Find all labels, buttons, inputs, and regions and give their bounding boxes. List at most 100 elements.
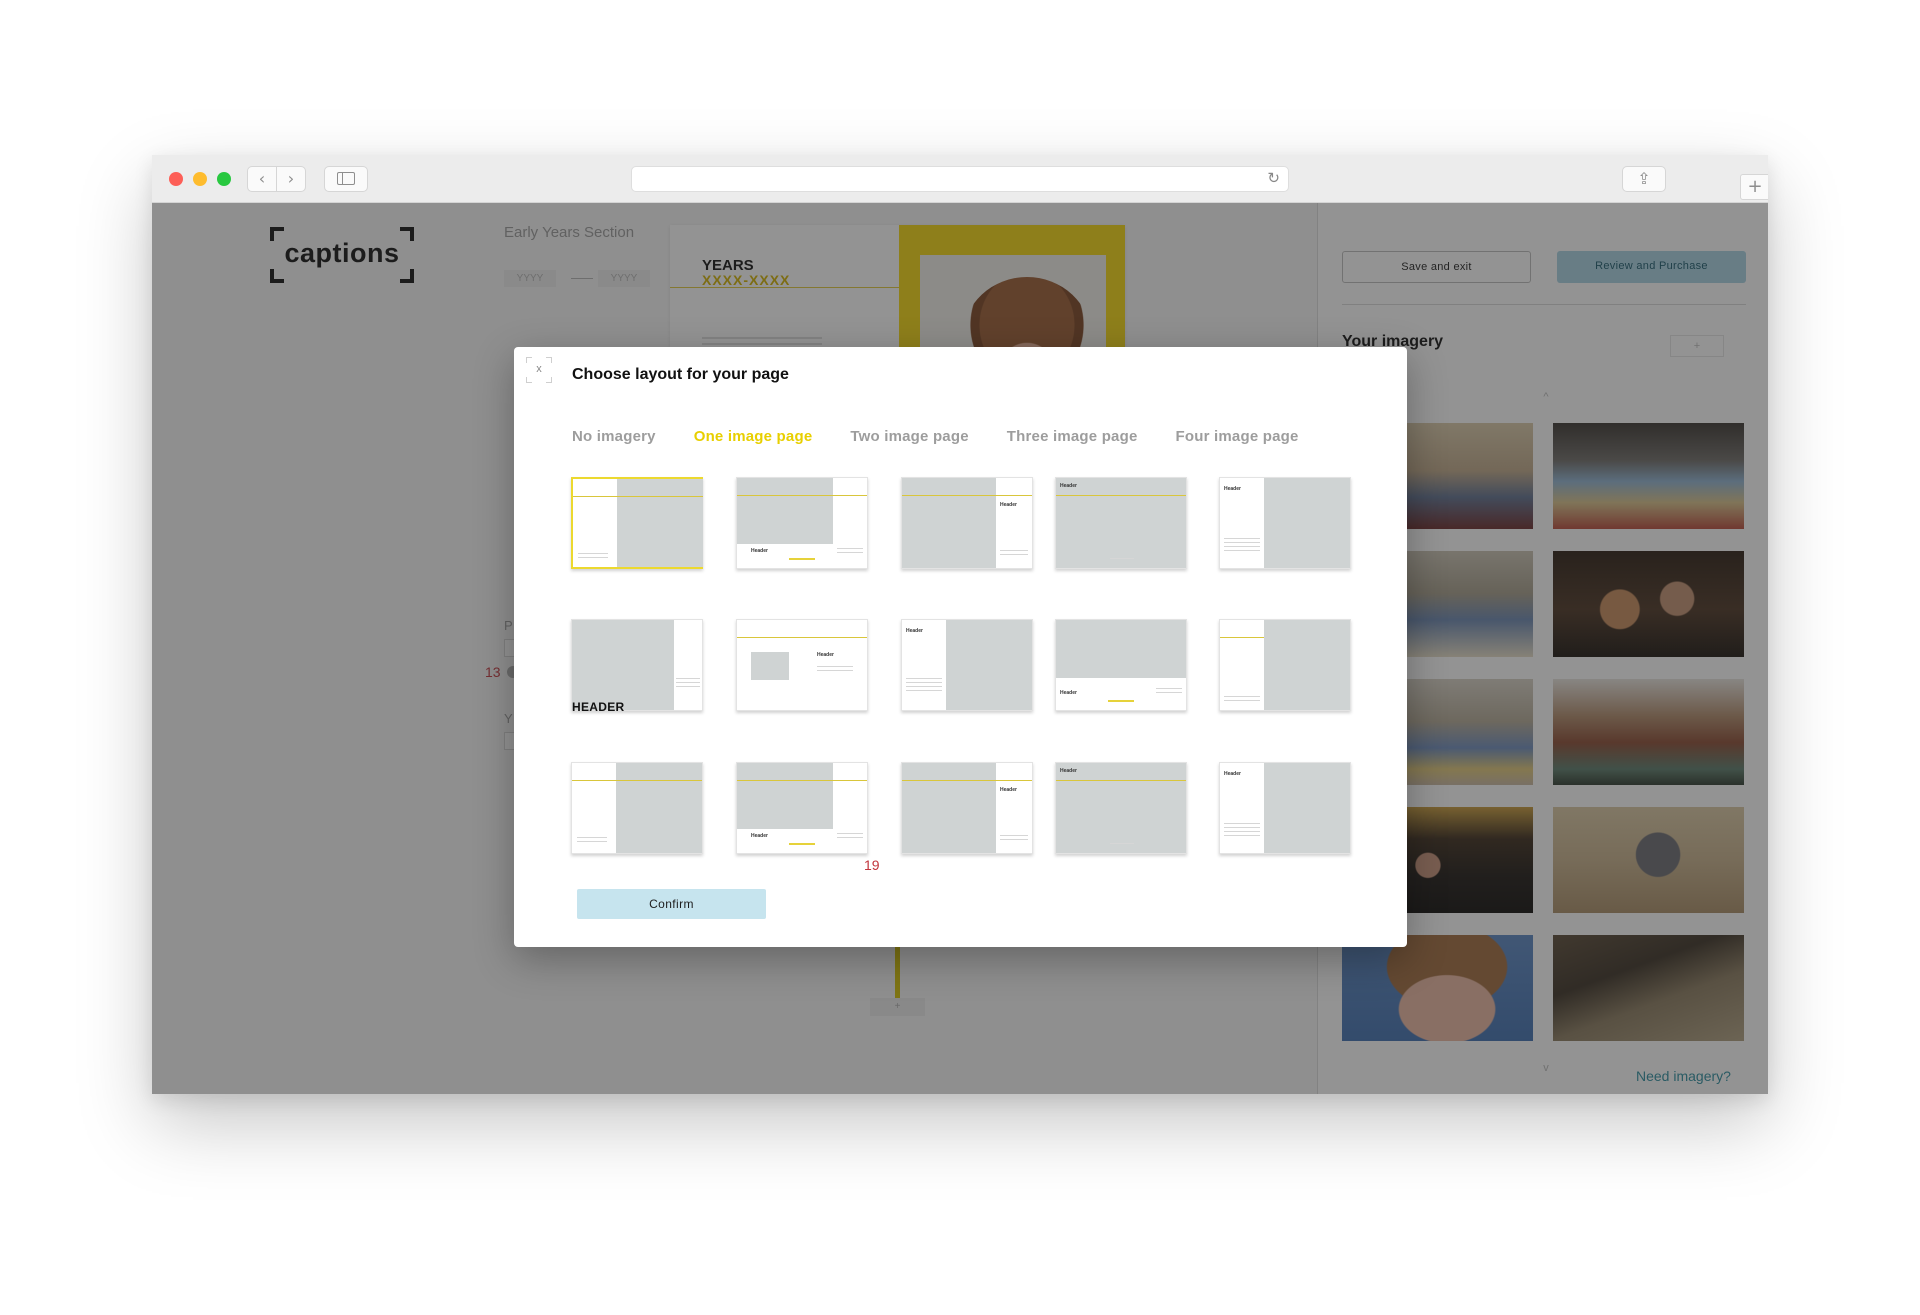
layout-thumbnail[interactable]: Header xyxy=(1055,477,1187,569)
thumb-header-label: Header xyxy=(1224,771,1241,777)
header-rule xyxy=(573,496,703,497)
text-line xyxy=(1110,843,1134,844)
share-icon: ⇪ xyxy=(1637,169,1651,188)
layout-thumbnail[interactable] xyxy=(1219,619,1351,711)
image-placeholder xyxy=(1264,763,1350,853)
layout-tabs: No imagery One image page Two image page… xyxy=(572,428,1299,450)
thumb-header-label: Header xyxy=(751,548,768,554)
text-line xyxy=(1156,688,1182,689)
minimize-window-button[interactable] xyxy=(193,172,207,186)
image-placeholder xyxy=(737,763,833,829)
layout-thumbnail[interactable]: Header xyxy=(1055,619,1187,711)
image-placeholder xyxy=(751,652,789,680)
text-line xyxy=(578,553,608,554)
close-corner-icon xyxy=(546,377,552,383)
layout-thumbnail[interactable] xyxy=(571,477,703,569)
thumb-header-label: Header xyxy=(906,628,923,634)
layout-thumbnail[interactable]: Header xyxy=(901,477,1033,569)
layout-modal: x Choose layout for your page No imagery… xyxy=(514,347,1407,947)
header-rule xyxy=(1220,637,1264,638)
image-placeholder xyxy=(617,479,703,567)
tab-no-imagery[interactable]: No imagery xyxy=(572,428,656,450)
layout-thumbnail[interactable]: HEADER xyxy=(571,619,703,714)
layout-thumbnail[interactable]: Header xyxy=(1055,762,1187,854)
accent-line xyxy=(1108,700,1134,702)
image-placeholder xyxy=(737,478,833,544)
sidebar-icon xyxy=(337,172,355,185)
header-rule xyxy=(572,780,702,781)
close-modal-button[interactable]: x xyxy=(526,357,552,383)
text-line xyxy=(1224,831,1260,832)
thumb-header-label: Header xyxy=(1060,768,1077,774)
image-placeholder xyxy=(902,763,996,853)
text-line xyxy=(1224,835,1260,836)
layout-thumbnail[interactable] xyxy=(571,762,703,854)
text-line xyxy=(837,837,863,838)
modal-title: Choose layout for your page xyxy=(572,366,789,383)
zoom-window-button[interactable] xyxy=(217,172,231,186)
plus-icon: + xyxy=(1747,176,1763,197)
image-placeholder xyxy=(902,478,996,568)
layout-thumbnail[interactable]: Header xyxy=(736,477,868,569)
thumb-header-label: Header xyxy=(1000,787,1017,793)
image-placeholder xyxy=(1056,763,1186,853)
browser-toolbar: ‹ › ↻ ⇪ ⧉ + xyxy=(152,155,1768,258)
layout-thumbnail[interactable]: Header xyxy=(901,762,1033,854)
layout-thumbnail[interactable]: Header xyxy=(736,619,868,711)
image-placeholder xyxy=(616,763,702,853)
tab-one-image-page[interactable]: One image page xyxy=(694,428,813,450)
forward-button[interactable]: › xyxy=(276,166,306,192)
text-line xyxy=(817,666,853,667)
reload-icon[interactable]: ↻ xyxy=(1267,169,1280,187)
text-line xyxy=(906,682,942,683)
text-line xyxy=(1224,538,1260,539)
text-line xyxy=(676,678,700,679)
text-line xyxy=(578,557,608,558)
image-placeholder xyxy=(1264,620,1350,710)
layout-thumbnail[interactable]: Header xyxy=(901,619,1033,711)
header-rule xyxy=(902,780,1032,781)
text-line xyxy=(1156,692,1182,693)
browser-window: ‹ › ↻ ⇪ ⧉ + captions Early Years Section… xyxy=(152,155,1768,1094)
sidebar-toggle-button[interactable] xyxy=(324,166,368,192)
address-bar[interactable]: ↻ xyxy=(631,166,1289,192)
thumb-header-label: Header xyxy=(1224,486,1241,492)
text-line xyxy=(837,548,863,549)
text-line xyxy=(906,678,942,679)
tab-four-image-page[interactable]: Four image page xyxy=(1176,428,1299,450)
tab-three-image-page[interactable]: Three image page xyxy=(1007,428,1138,450)
text-line xyxy=(1224,823,1260,824)
close-corner-icon xyxy=(526,377,532,383)
image-placeholder xyxy=(1056,478,1186,568)
image-placeholder xyxy=(572,620,674,710)
image-placeholder xyxy=(1264,478,1350,568)
image-placeholder xyxy=(946,620,1032,710)
accent-line xyxy=(789,558,815,560)
layout-thumbnail[interactable]: Header xyxy=(1219,762,1351,854)
text-line xyxy=(906,686,942,687)
text-line xyxy=(906,690,942,691)
back-button[interactable]: ‹ xyxy=(247,166,277,192)
text-line xyxy=(837,833,863,834)
text-line xyxy=(577,841,607,842)
share-button[interactable]: ⇪ xyxy=(1622,166,1666,192)
layout-thumbnail[interactable]: Header xyxy=(736,762,868,854)
layout-thumbnail[interactable]: Header xyxy=(1219,477,1351,569)
text-line xyxy=(1000,550,1028,551)
text-line xyxy=(1000,839,1028,840)
header-rule xyxy=(737,495,867,496)
text-line xyxy=(817,670,853,671)
image-placeholder xyxy=(1056,620,1186,678)
text-line xyxy=(1224,546,1260,547)
text-line xyxy=(676,686,700,687)
new-tab-button[interactable]: + xyxy=(1740,174,1768,200)
text-line xyxy=(1224,700,1260,701)
thumb-header-big: HEADER xyxy=(572,700,625,714)
confirm-button[interactable]: Confirm xyxy=(577,889,766,919)
thumb-header-label: Header xyxy=(1060,690,1077,696)
close-window-button[interactable] xyxy=(169,172,183,186)
header-rule xyxy=(1056,780,1186,781)
thumb-header-label: Header xyxy=(817,652,834,658)
page-number: 19 xyxy=(864,857,880,873)
tab-two-image-page[interactable]: Two image page xyxy=(850,428,968,450)
